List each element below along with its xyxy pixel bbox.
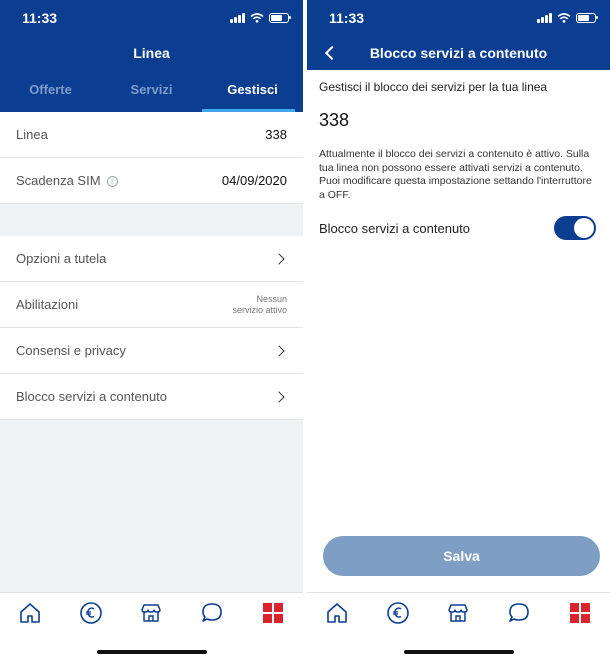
menu-item-abilitazioni[interactable]: Abilitazioni Nessun servizio attivo xyxy=(0,282,303,328)
info-row-scadenza: Scadenza SIM i 04/09/2020 xyxy=(0,158,303,204)
status-note: Nessun servizio attivo xyxy=(232,293,287,315)
menu-item-opzioni[interactable]: Opzioni a tutela xyxy=(0,236,303,282)
row-value: 338 xyxy=(265,127,287,142)
chevron-right-icon xyxy=(273,344,285,357)
status-bar: 11:33 xyxy=(307,0,610,36)
save-button[interactable]: Salva xyxy=(323,536,600,576)
menu-item-blocco[interactable]: Blocco servizi a contenuto xyxy=(0,374,303,420)
tab-bar: Offerte Servizi Gestisci xyxy=(0,70,303,112)
screen-blocco-servizi: 11:33 Blocco servizi a contenuto Gestisc… xyxy=(307,0,610,660)
content: Gestisci il blocco dei servizi per la tu… xyxy=(307,70,610,240)
battery-icon xyxy=(576,13,598,23)
euro-icon[interactable] xyxy=(386,601,410,625)
header: 11:33 Linea Offerte Servizi Gestisci xyxy=(0,0,303,112)
section-divider xyxy=(0,204,303,236)
intro-text: Gestisci il blocco dei servizi per la tu… xyxy=(319,80,548,94)
page-title: Linea xyxy=(133,45,170,61)
row-label: Scadenza SIM xyxy=(16,173,101,188)
battery-icon xyxy=(269,13,291,23)
toggle-label: Blocco servizi a contenuto xyxy=(319,220,471,236)
bottom-tab-bar xyxy=(307,592,610,660)
bottom-tab-bar xyxy=(0,592,303,660)
signal-icon xyxy=(537,13,552,23)
home-icon[interactable] xyxy=(18,601,42,625)
row-label: Linea xyxy=(16,127,48,142)
back-arrow-icon[interactable] xyxy=(321,43,341,63)
blocco-toggle[interactable] xyxy=(554,216,596,240)
wifi-icon xyxy=(250,13,264,23)
screen-linea: 11:33 Linea Offerte Servizi Gestisci Lin… xyxy=(0,0,303,660)
wifi-icon xyxy=(557,13,571,23)
status-time: 11:33 xyxy=(22,10,58,26)
euro-icon[interactable] xyxy=(79,601,103,625)
info-row-linea: Linea 338 xyxy=(0,112,303,158)
status-time: 11:33 xyxy=(329,10,365,26)
status-bar: 11:33 xyxy=(0,0,303,36)
home-indicator xyxy=(403,650,514,654)
chevron-right-icon xyxy=(273,252,285,265)
store-icon[interactable] xyxy=(139,601,163,625)
menu-item-consensi[interactable]: Consensi e privacy xyxy=(0,328,303,374)
chat-icon[interactable] xyxy=(507,601,531,625)
tab-servizi[interactable]: Servizi xyxy=(101,70,202,112)
row-value: 04/09/2020 xyxy=(221,173,287,188)
home-indicator xyxy=(96,650,207,654)
chevron-right-icon xyxy=(273,390,285,403)
line-number: 338 xyxy=(319,110,350,130)
menu-item-label: Abilitazioni xyxy=(16,297,79,312)
store-icon[interactable] xyxy=(446,601,470,625)
menu-item-label: Opzioni a tutela xyxy=(16,251,107,266)
page-title-text: Blocco servizi a contenuto xyxy=(369,45,548,61)
chat-icon[interactable] xyxy=(200,601,224,625)
menu-grid-icon[interactable] xyxy=(568,601,592,625)
tab-gestisci[interactable]: Gestisci xyxy=(202,70,303,112)
info-icon[interactable]: i xyxy=(106,176,118,187)
home-icon[interactable] xyxy=(325,601,349,625)
tab-offerte[interactable]: Offerte xyxy=(0,70,101,112)
description-text: Attualmente il blocco dei servizi a cont… xyxy=(319,148,592,201)
menu-item-label: Consensi e privacy xyxy=(16,343,126,358)
page-title: Blocco servizi a contenuto xyxy=(307,36,610,70)
menu-item-label: Blocco servizi a contenuto xyxy=(16,389,168,404)
header: 11:33 Blocco servizi a contenuto xyxy=(307,0,610,70)
toggle-row: Blocco servizi a contenuto xyxy=(319,216,598,240)
signal-icon xyxy=(230,13,245,23)
menu-grid-icon[interactable] xyxy=(261,601,285,625)
